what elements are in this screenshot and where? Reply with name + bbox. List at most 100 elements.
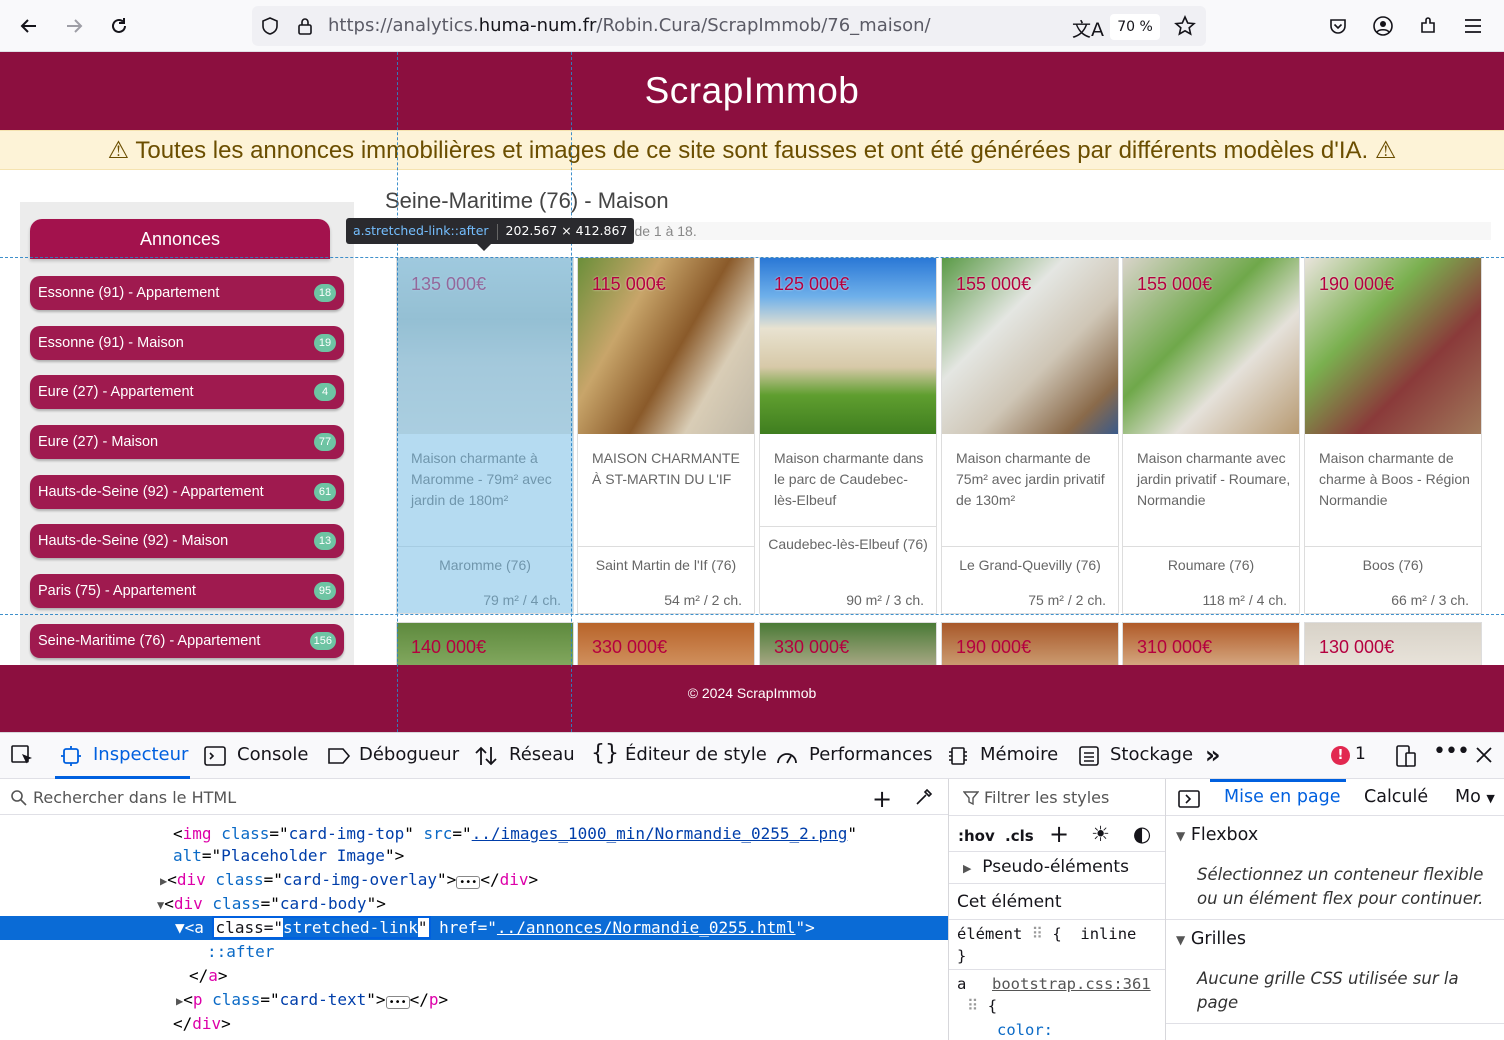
zoom-level[interactable]: 70 % bbox=[1110, 14, 1160, 40]
search-icon bbox=[10, 789, 28, 811]
html-search-input[interactable]: Rechercher dans le HTML bbox=[33, 788, 236, 807]
menu-icon[interactable] bbox=[1457, 10, 1489, 42]
bookmark-star-icon[interactable] bbox=[1174, 15, 1196, 41]
grids-section[interactable]: ▼ Grilles bbox=[1176, 929, 1246, 949]
element-picker-icon[interactable] bbox=[11, 745, 35, 771]
style-prop[interactable]: color: bbox=[997, 1021, 1053, 1039]
style-rule-selector[interactable]: a bbox=[957, 975, 966, 993]
listing-surface: 66 m² / 3 ch. bbox=[1391, 592, 1469, 608]
html-node[interactable]: ::after bbox=[207, 940, 948, 964]
url-bar[interactable]: https://analytics.huma-num.fr/Robin.Cura… bbox=[252, 6, 1206, 46]
html-node[interactable]: </div> bbox=[173, 1012, 948, 1036]
warning-banner: ⚠ Toutes les annonces immobilières et im… bbox=[0, 130, 1504, 170]
listing-card[interactable]: 135 000€ Maison charmante à Maromme - 79… bbox=[396, 257, 574, 614]
stylesheet-link[interactable]: bootstrap.css:361 bbox=[992, 975, 1151, 993]
expand-icon[interactable]: ▶ bbox=[160, 874, 167, 888]
site-brand[interactable]: ScrapImmob bbox=[645, 70, 860, 112]
sidebar-item[interactable]: Hauts-de-Seine (92) - Maison 13 bbox=[30, 524, 344, 558]
light-mode-icon[interactable]: ☀ bbox=[1091, 822, 1110, 846]
account-icon[interactable] bbox=[1367, 10, 1399, 42]
sidebar-item[interactable]: Seine-Maritime (76) - Appartement 156 bbox=[30, 624, 344, 658]
listing-card[interactable]: 115 000€ MAISON CHARMANTE À ST-MARTIN DU… bbox=[577, 257, 755, 614]
back-icon[interactable] bbox=[13, 10, 45, 42]
flexbox-message: Sélectionnez un conteneur flexible ou un… bbox=[1197, 865, 1484, 908]
error-count[interactable]: 1 bbox=[1355, 744, 1366, 764]
sidebar-item[interactable]: Essonne (91) - Maison 19 bbox=[30, 326, 344, 360]
html-node[interactable]: </a> bbox=[189, 964, 948, 988]
network-icon[interactable] bbox=[474, 745, 498, 771]
close-icon[interactable] bbox=[1474, 745, 1494, 769]
more-tabs-icon[interactable]: » bbox=[1205, 741, 1221, 769]
toggle-sidebar-icon[interactable] bbox=[1178, 790, 1200, 812]
error-icon[interactable]: ! bbox=[1331, 746, 1350, 765]
listing-card[interactable]: 125 000€ Maison charmante dans le parc d… bbox=[759, 257, 937, 614]
sidebar-item[interactable]: Eure (27) - Maison 77 bbox=[30, 425, 344, 459]
translate-icon[interactable]: 文A bbox=[1072, 15, 1104, 42]
tab-more[interactable]: Mo ▼ bbox=[1455, 787, 1495, 807]
html-node[interactable]: ▶<p class="card-text"> ••• </p> bbox=[176, 988, 948, 1012]
tab-inspector[interactable]: Inspecteur bbox=[93, 744, 188, 765]
tab-style-editor[interactable]: Éditeur de style bbox=[625, 744, 767, 765]
count-badge: 77 bbox=[314, 433, 336, 451]
extensions-icon[interactable] bbox=[1412, 10, 1444, 42]
tab-computed[interactable]: Calculé bbox=[1364, 787, 1428, 807]
listing-title: Maison charmante dans le parc de Caudebe… bbox=[774, 450, 924, 508]
tab-debugger[interactable]: Débogueur bbox=[359, 744, 459, 765]
storage-icon[interactable] bbox=[1078, 745, 1100, 771]
style-editor-icon[interactable]: {} bbox=[591, 741, 619, 766]
sidebar-item[interactable]: Essonne (91) - Appartement 18 bbox=[30, 276, 344, 310]
tab-performance[interactable]: Performances bbox=[809, 744, 932, 765]
listing-card[interactable]: 155 000€ Maison charmante de 75m² avec j… bbox=[941, 257, 1119, 614]
html-node[interactable]: ▼<div class="card-body"> bbox=[157, 892, 948, 916]
tab-layout[interactable]: Mise en page bbox=[1224, 787, 1341, 807]
html-node[interactable]: <img class="card-img-top" src="../images… bbox=[173, 822, 948, 846]
html-node[interactable]: alt="Placeholder Image"> bbox=[173, 844, 948, 868]
style-rule-close: } bbox=[957, 947, 967, 965]
pocket-icon[interactable] bbox=[1322, 10, 1354, 42]
reload-icon[interactable] bbox=[103, 10, 135, 42]
responsive-design-icon[interactable] bbox=[1393, 744, 1417, 772]
add-rule-icon[interactable]: + bbox=[1049, 820, 1069, 848]
add-node-icon[interactable]: + bbox=[872, 785, 892, 813]
hov-toggle[interactable]: :hov bbox=[958, 827, 995, 845]
cls-toggle[interactable]: .cls bbox=[1005, 827, 1034, 845]
listing-card[interactable]: 190 000€ Maison charmante de charme à Bo… bbox=[1304, 257, 1482, 614]
style-rule[interactable]: élément ⠿ { inline bbox=[957, 925, 1136, 943]
dark-mode-icon[interactable]: ◐ bbox=[1133, 822, 1151, 846]
tab-storage[interactable]: Stockage bbox=[1110, 744, 1193, 765]
expand-icon[interactable]: ▶ bbox=[176, 994, 183, 1008]
count-badge: 19 bbox=[314, 334, 336, 352]
debugger-icon[interactable] bbox=[327, 746, 351, 770]
listing-surface: 75 m² / 2 ch. bbox=[1028, 592, 1106, 608]
eyedropper-icon[interactable] bbox=[914, 787, 934, 811]
listing-surface: 90 m² / 3 ch. bbox=[846, 592, 924, 608]
browser-toolbar: https://analytics.huma-num.fr/Robin.Cura… bbox=[0, 0, 1504, 52]
shield-icon[interactable] bbox=[260, 16, 280, 40]
filter-styles-input[interactable]: Filtrer les styles bbox=[984, 788, 1109, 807]
forward-icon[interactable] bbox=[58, 10, 90, 42]
performance-icon[interactable] bbox=[775, 745, 799, 771]
flexbox-section[interactable]: ▼ Flexbox bbox=[1176, 825, 1258, 845]
inspector-icon[interactable] bbox=[60, 745, 82, 771]
layout-pane: Mise en page Calculé Mo ▼ ▼ Flexbox Séle… bbox=[1165, 779, 1504, 1040]
tab-console[interactable]: Console bbox=[237, 744, 308, 765]
console-icon[interactable] bbox=[204, 746, 226, 770]
options-icon[interactable]: ••• bbox=[1433, 739, 1470, 764]
filter-icon bbox=[962, 790, 980, 810]
devtools-tabbar: Inspecteur Console Débogueur Réseau {} É… bbox=[0, 733, 1504, 779]
listing-price: 155 000€ bbox=[1137, 274, 1213, 294]
pseudo-elements-toggle[interactable]: ▶ Pseudo-éléments bbox=[963, 857, 1129, 877]
tab-memory[interactable]: Mémoire bbox=[980, 744, 1058, 765]
collapse-icon[interactable]: ▼ bbox=[157, 898, 164, 912]
listing-card[interactable]: 155 000€ Maison charmante avec jardin pr… bbox=[1122, 257, 1300, 614]
sidebar-item[interactable]: Paris (75) - Appartement 95 bbox=[30, 574, 344, 608]
tab-network[interactable]: Réseau bbox=[509, 744, 575, 765]
html-node-selected[interactable]: ▼<a class="stretched-link" href="../anno… bbox=[0, 916, 948, 940]
style-rule-open: ⠿ { bbox=[967, 997, 998, 1015]
lock-icon[interactable] bbox=[295, 16, 315, 40]
sidebar-item[interactable]: Hauts-de-Seine (92) - Appartement 61 bbox=[30, 475, 344, 509]
html-node[interactable]: ▶<div class="card-img-overlay"> ••• </div> bbox=[160, 868, 948, 892]
listing-title: Maison charmante à Maromme - 79m² avec j… bbox=[411, 450, 552, 508]
sidebar-item[interactable]: Eure (27) - Appartement 4 bbox=[30, 375, 344, 409]
memory-icon[interactable] bbox=[947, 745, 969, 771]
